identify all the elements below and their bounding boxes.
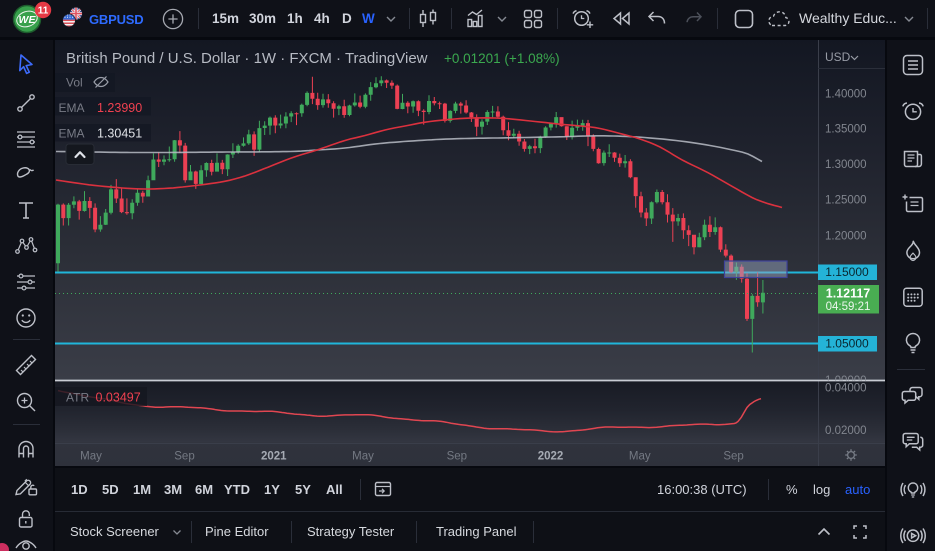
svg-text:2021: 2021	[261, 451, 287, 463]
svg-text:1.30000: 1.30000	[825, 159, 867, 171]
svg-text:0.02000: 0.02000	[825, 425, 867, 437]
svg-text:Vol: Vol	[66, 76, 83, 90]
svg-text:0.03497: 0.03497	[96, 391, 141, 405]
svg-text:1.35000: 1.35000	[825, 124, 867, 136]
svg-text:USD: USD	[825, 50, 851, 64]
svg-text:May: May	[352, 451, 374, 463]
svg-text:1.30451: 1.30451	[97, 127, 142, 141]
svg-text:1.12117: 1.12117	[826, 287, 871, 301]
svg-text:Sep: Sep	[447, 451, 467, 463]
svg-text:Sep: Sep	[174, 451, 194, 463]
svg-text:0.04000: 0.04000	[825, 383, 867, 395]
svg-text:+0.01201 (+1.08%): +0.01201 (+1.08%)	[444, 51, 560, 66]
svg-text:EMA: EMA	[59, 101, 85, 115]
svg-text:May: May	[629, 451, 651, 463]
svg-text:ATR: ATR	[66, 391, 89, 405]
svg-text:1.25000: 1.25000	[825, 195, 867, 207]
svg-text:1.40000: 1.40000	[825, 89, 867, 101]
svg-text:EMA: EMA	[59, 127, 85, 141]
svg-text:1.05000: 1.05000	[825, 337, 869, 351]
svg-text:Sep: Sep	[723, 451, 743, 463]
svg-text:British Pound / U.S. Dollar ·: British Pound / U.S. Dollar · 1W · FXCM …	[66, 50, 428, 67]
svg-text:04:59:21: 04:59:21	[826, 301, 871, 313]
svg-text:2022: 2022	[538, 451, 564, 463]
svg-text:WE: WE	[19, 14, 37, 26]
svg-text:11: 11	[38, 6, 49, 17]
svg-text:May: May	[80, 451, 102, 463]
svg-text:1.15000: 1.15000	[825, 265, 869, 279]
svg-text:1.23990: 1.23990	[97, 101, 142, 115]
svg-text:1.20000: 1.20000	[825, 231, 867, 243]
